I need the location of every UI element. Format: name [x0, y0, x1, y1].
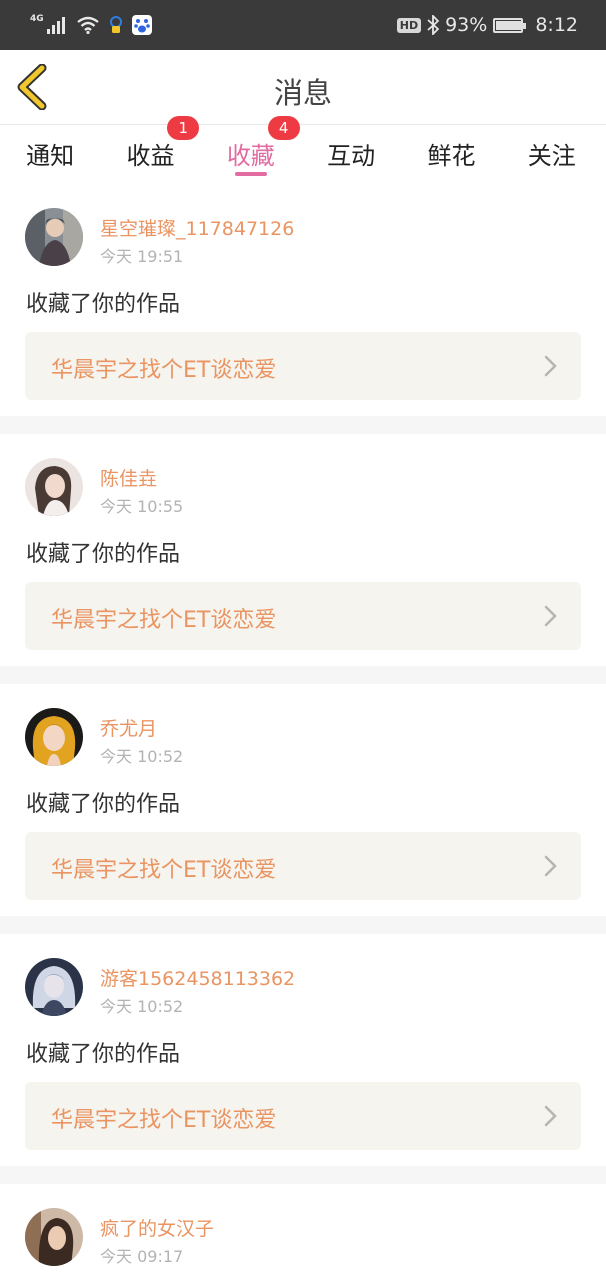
- avatar[interactable]: [25, 458, 83, 516]
- tab-bar: 通知 收益 1 收藏 4 互动 鲜花 关注: [0, 116, 606, 182]
- chevron-right-icon: [544, 855, 557, 877]
- action-text: 收藏了你的作品: [26, 792, 181, 817]
- divider: [0, 666, 606, 684]
- chevron-right-icon: [544, 355, 557, 377]
- tab-label: 鲜花: [427, 142, 476, 170]
- clock: 8:12: [535, 14, 578, 36]
- user-name[interactable]: 陈佳垚: [100, 464, 157, 491]
- bluetooth-icon: [427, 15, 440, 35]
- avatar[interactable]: [25, 1208, 83, 1266]
- tab-label: 收益: [126, 142, 175, 170]
- tab-favorites[interactable]: 收藏 4: [201, 116, 301, 182]
- tab-notice[interactable]: 通知: [0, 126, 100, 182]
- user-name[interactable]: 疯了的女汉子: [100, 1214, 214, 1241]
- work-title: 华晨宇之找个ET谈恋爱: [51, 1108, 277, 1133]
- work-link[interactable]: 华晨宇之找个ET谈恋爱: [25, 332, 581, 400]
- avatar[interactable]: [25, 958, 83, 1016]
- user-name[interactable]: 乔尤月: [100, 714, 157, 741]
- work-title: 华晨宇之找个ET谈恋爱: [51, 608, 277, 633]
- page-title: 消息: [273, 76, 332, 110]
- divider: [0, 416, 606, 434]
- tab-follow[interactable]: 关注: [502, 126, 602, 182]
- battery-icon: [493, 17, 527, 33]
- action-text: 收藏了你的作品: [26, 292, 181, 317]
- battery-percent: 93%: [445, 14, 488, 36]
- status-bar: 4G HD 93% 8:12: [0, 0, 606, 50]
- tab-label: 通知: [26, 142, 75, 170]
- nav-bar: 消息: [0, 50, 606, 125]
- tab-earnings[interactable]: 收益 1: [100, 116, 200, 182]
- status-right: HD 93% 8:12: [396, 12, 578, 38]
- wifi-icon: [76, 16, 99, 34]
- unread-badge: 4: [267, 116, 300, 140]
- unread-badge: 1: [167, 116, 200, 140]
- tab-label: 互动: [327, 142, 376, 170]
- favorites-feed: 星空璀璨_117847126 今天 19:51 收藏了你的作品 华晨宇之找个ET…: [0, 184, 606, 1280]
- action-text: 收藏了你的作品: [26, 1042, 181, 1067]
- tab-label: 收藏: [226, 142, 275, 170]
- tab-label: 关注: [527, 142, 576, 170]
- hd-badge: HD: [396, 17, 422, 33]
- avatar[interactable]: [25, 708, 83, 766]
- chevron-right-icon: [544, 1105, 557, 1127]
- divider: [0, 1166, 606, 1184]
- vpn-key-icon: [109, 16, 122, 33]
- signal-icon: [46, 17, 65, 34]
- work-title: 华晨宇之找个ET谈恋爱: [51, 358, 277, 383]
- status-left: 4G: [30, 12, 152, 38]
- chevron-right-icon: [544, 605, 557, 627]
- timestamp: 今天 10:55: [100, 497, 184, 516]
- network-type: 4G: [30, 14, 44, 24]
- divider: [0, 916, 606, 934]
- baidu-paw-icon: [131, 15, 152, 35]
- list-item: 星空璀璨_117847126 今天 19:51 收藏了你的作品 华晨宇之找个ET…: [0, 184, 606, 416]
- tab-flowers[interactable]: 鲜花: [401, 126, 501, 182]
- work-link[interactable]: 华晨宇之找个ET谈恋爱: [25, 1082, 581, 1150]
- timestamp: 今天 09:17: [100, 1247, 184, 1266]
- list-item: 游客1562458113362 今天 10:52 收藏了你的作品 华晨宇之找个E…: [0, 934, 606, 1166]
- avatar[interactable]: [25, 208, 83, 266]
- work-title: 华晨宇之找个ET谈恋爱: [51, 858, 277, 883]
- list-item: 乔尤月 今天 10:52 收藏了你的作品 华晨宇之找个ET谈恋爱: [0, 684, 606, 916]
- user-name[interactable]: 游客1562458113362: [100, 964, 295, 991]
- list-item: 疯了的女汉子 今天 09:17: [0, 1184, 606, 1280]
- user-name[interactable]: 星空璀璨_117847126: [100, 214, 294, 241]
- battery-level: [496, 20, 521, 30]
- active-tab-indicator: [234, 172, 267, 176]
- timestamp: 今天 10:52: [100, 997, 184, 1016]
- action-text: 收藏了你的作品: [26, 542, 181, 567]
- timestamp: 今天 19:51: [100, 247, 184, 266]
- work-link[interactable]: 华晨宇之找个ET谈恋爱: [25, 582, 581, 650]
- work-link[interactable]: 华晨宇之找个ET谈恋爱: [25, 832, 581, 900]
- list-item: 陈佳垚 今天 10:55 收藏了你的作品 华晨宇之找个ET谈恋爱: [0, 434, 606, 666]
- timestamp: 今天 10:52: [100, 747, 184, 766]
- tab-interaction[interactable]: 互动: [301, 126, 401, 182]
